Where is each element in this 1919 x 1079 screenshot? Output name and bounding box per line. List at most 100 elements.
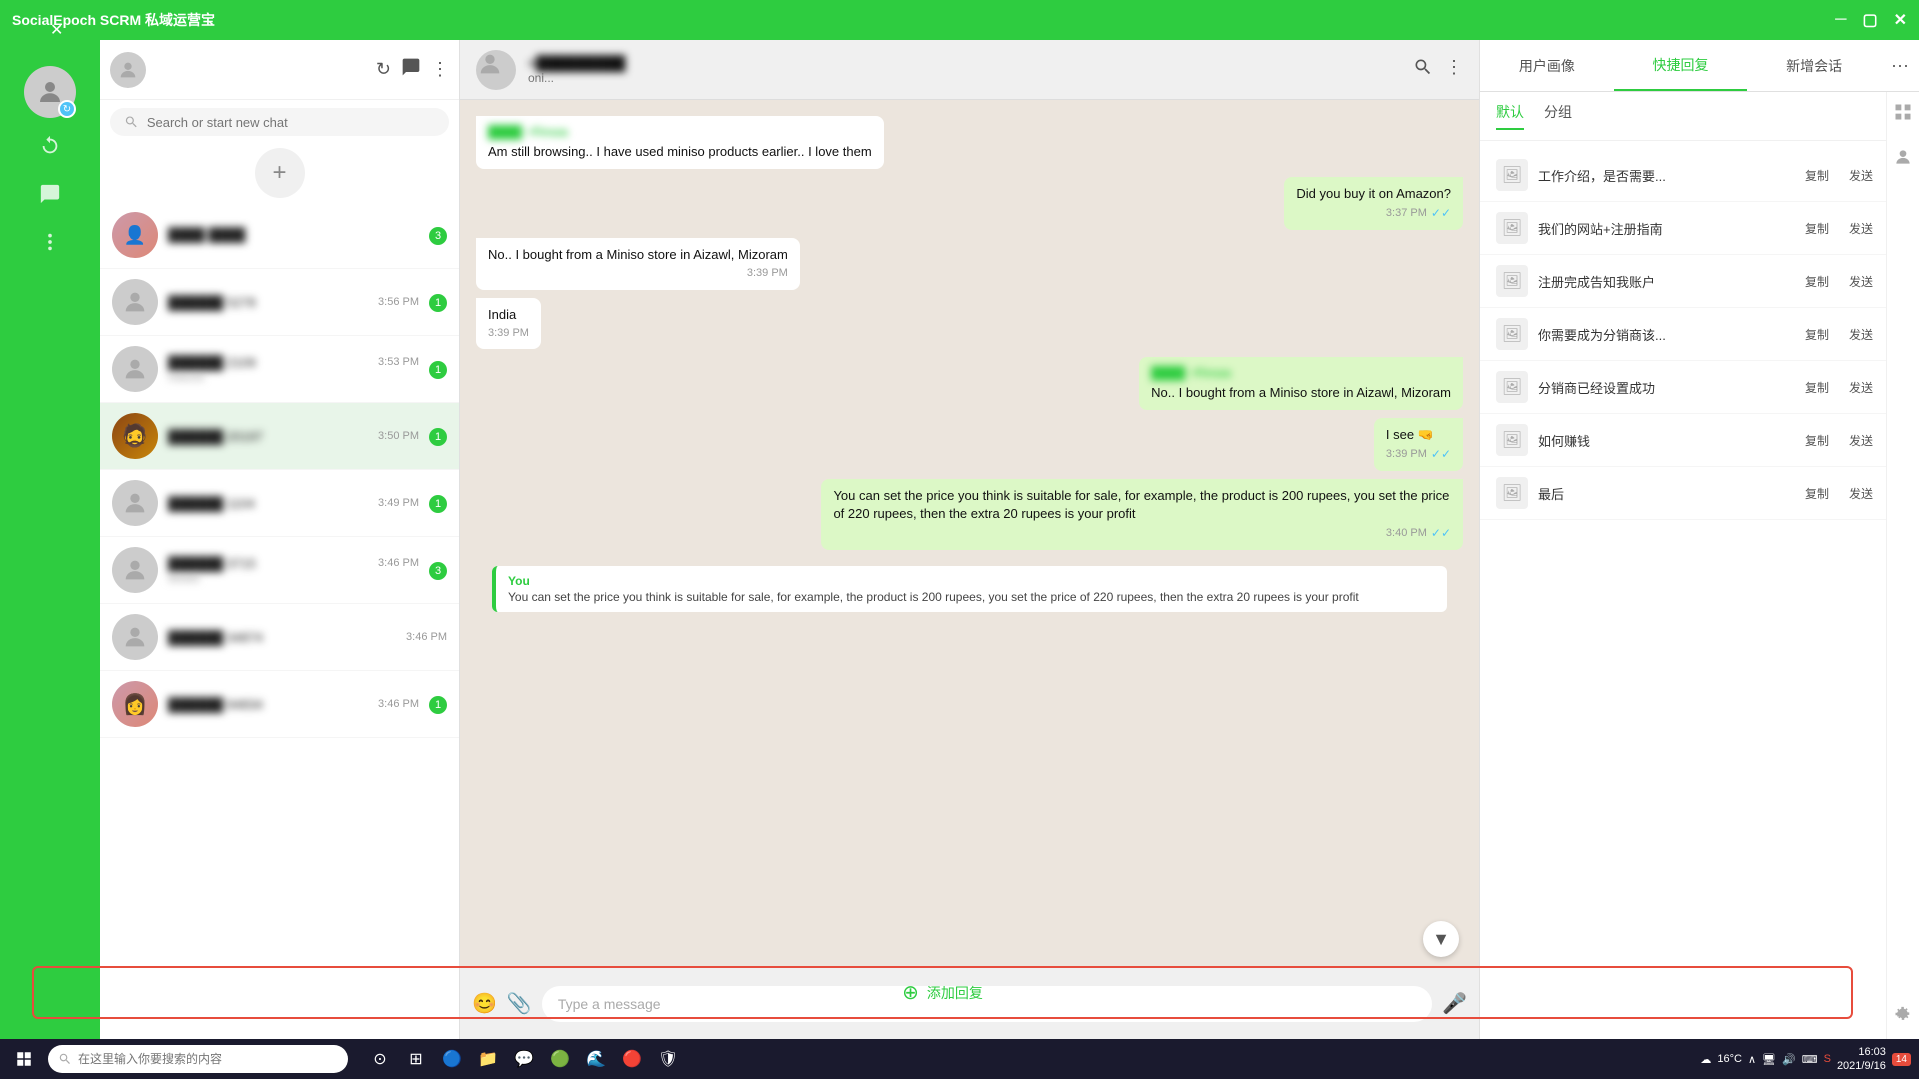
- unread-badge: 1: [429, 428, 447, 446]
- windows-start-button[interactable]: [8, 1043, 40, 1075]
- chat-item[interactable]: ██████ 3715 3:46 PM details 3: [100, 537, 459, 604]
- send-button[interactable]: 发送: [1843, 218, 1879, 239]
- chat-header-info: +█████████ oni...: [528, 55, 1401, 85]
- taskbar-input-icon: ⌨: [1802, 1053, 1818, 1066]
- chat-time: 3:50 PM: [378, 430, 419, 442]
- copy-button[interactable]: 复制: [1799, 218, 1835, 239]
- tab-user-profile[interactable]: 用户画像: [1480, 42, 1614, 90]
- taskbar-app-1[interactable]: ⊙: [364, 1043, 396, 1075]
- qr-text: 如何赚钱: [1538, 431, 1789, 450]
- qr-image-icon: 🖼: [1496, 477, 1528, 509]
- chat-item[interactable]: 👩 ██████ 94834 3:46 PM 1: [100, 671, 459, 738]
- taskbar-search-input[interactable]: [78, 1052, 338, 1066]
- copy-button[interactable]: 复制: [1799, 377, 1835, 398]
- message-row: ████ ~Firoza Am still browsing.. I have …: [476, 116, 1463, 169]
- search-chat-icon[interactable]: [1413, 57, 1433, 82]
- qr-image-icon: 🖼: [1496, 424, 1528, 456]
- chat-info: ██████ 2109 3:53 PM roducts: [168, 355, 419, 384]
- scroll-down-button[interactable]: ▼: [1423, 921, 1459, 957]
- copy-button[interactable]: 复制: [1799, 430, 1835, 451]
- chat-contact-avatar: [476, 50, 516, 90]
- maximize-button[interactable]: ▢: [1862, 10, 1877, 30]
- send-button[interactable]: 发送: [1843, 483, 1879, 504]
- chat-item[interactable]: ██████ 1104 3:49 PM 1: [100, 470, 459, 537]
- chat-item[interactable]: 👤 ████ ████ 3: [100, 202, 459, 269]
- copy-button[interactable]: 复制: [1799, 271, 1835, 292]
- quick-reply-item: 🖼 你需要成为分销商该... 复制 发送 ⋮: [1480, 308, 1919, 361]
- chat-time: 3:46 PM: [378, 698, 419, 710]
- sub-tab-group[interactable]: 分组: [1544, 102, 1572, 130]
- options-icon[interactable]: ⋮: [431, 59, 449, 80]
- copy-button[interactable]: 复制: [1799, 324, 1835, 345]
- chat-icon[interactable]: [30, 174, 70, 214]
- taskbar-app-files[interactable]: 📁: [472, 1043, 504, 1075]
- message-text: No.. I bought from a Miniso store in Aiz…: [488, 246, 788, 264]
- right-panel-more-icon[interactable]: ···: [1891, 55, 1909, 76]
- tab-quick-reply[interactable]: 快捷回复: [1614, 41, 1748, 91]
- sidebar-close-icon[interactable]: ✕: [50, 20, 63, 40]
- tab-new-chat[interactable]: 新增会话: [1747, 42, 1881, 90]
- messages-area: ████ ~Firoza Am still browsing.. I have …: [460, 100, 1479, 967]
- send-button[interactable]: 发送: [1843, 430, 1879, 451]
- copy-button[interactable]: 复制: [1799, 483, 1835, 504]
- chat-info: ██████ 1104 3:49 PM: [168, 496, 419, 511]
- taskbar-app-wechat[interactable]: 💬: [508, 1043, 540, 1075]
- sub-tab-default[interactable]: 默认: [1496, 102, 1524, 130]
- search-input[interactable]: [147, 115, 435, 130]
- send-button[interactable]: 发送: [1843, 377, 1879, 398]
- chat-more-icon[interactable]: ⋮: [1445, 57, 1463, 82]
- copy-button[interactable]: 复制: [1799, 165, 1835, 186]
- quick-reply-item: 🖼 分销商已经设置成功 复制 发送 ⋮: [1480, 361, 1919, 414]
- app-title: SocialEpoch SCRM 私域运营宝: [12, 10, 215, 30]
- chat-avatar: [112, 480, 158, 526]
- taskbar-app-browser[interactable]: 🔵: [436, 1043, 468, 1075]
- message-preview-card: You You can set the price you think is s…: [492, 566, 1447, 612]
- message-time: 3:37 PM: [1386, 206, 1427, 221]
- taskbar-app-edge[interactable]: 🌊: [580, 1043, 612, 1075]
- chat-time: 3:46 PM: [378, 557, 419, 569]
- unread-badge: 1: [429, 495, 447, 513]
- right-sidebar-icon-1[interactable]: [1893, 102, 1913, 127]
- title-bar-controls: ─ ▢ ✕: [1835, 10, 1907, 30]
- message-bubble: ████ ~Firoza No.. I bought from a Miniso…: [1139, 357, 1463, 410]
- taskbar-app-2[interactable]: ⊞: [400, 1043, 432, 1075]
- chat-list: 👤 ████ ████ 3 ██: [100, 202, 459, 1039]
- taskbar-chevron-icon[interactable]: ∧: [1748, 1053, 1756, 1066]
- chat-item[interactable]: ██████ 2109 3:53 PM roducts 1: [100, 336, 459, 403]
- message-meta: 3:40 PM ✓✓: [833, 525, 1451, 542]
- minimize-button[interactable]: ─: [1835, 11, 1846, 29]
- message-text: I see 🤜: [1386, 426, 1451, 444]
- taskbar-app-shield[interactable]: 🛡: [652, 1043, 684, 1075]
- taskbar-notification-badge[interactable]: 14: [1892, 1053, 1911, 1066]
- quick-reply-item: 🖼 注册完成告知我账户 复制 发送 ⋮: [1480, 255, 1919, 308]
- refresh-icon[interactable]: [30, 126, 70, 166]
- right-sidebar-icon-2[interactable]: [1893, 147, 1913, 172]
- add-chat-button[interactable]: +: [255, 148, 305, 198]
- taskbar-weather-icon: ☁: [1700, 1053, 1711, 1066]
- chat-item[interactable]: ██████ 5278 3:56 PM 1: [100, 269, 459, 336]
- taskbar-app-green[interactable]: 🟢: [544, 1043, 576, 1075]
- message-time: 3:39 PM: [747, 266, 788, 281]
- send-button[interactable]: 发送: [1843, 271, 1879, 292]
- messages-icon[interactable]: [401, 57, 421, 82]
- message-bubble: You can set the price you think is suita…: [821, 479, 1463, 550]
- add-reply-button[interactable]: ⊕ 添加回复: [32, 966, 1853, 1019]
- taskbar-app-chrome[interactable]: 🔴: [616, 1043, 648, 1075]
- sync-icon[interactable]: ↻: [376, 59, 391, 80]
- preview-text: You can set the price you think is suita…: [508, 590, 1435, 604]
- send-button[interactable]: 发送: [1843, 324, 1879, 345]
- right-sidebar-icon-3[interactable]: [1893, 1004, 1913, 1029]
- message-text: Did you buy it on Amazon?: [1296, 185, 1451, 203]
- chat-item[interactable]: ██████ 34874 3:46 PM: [100, 604, 459, 671]
- chat-item[interactable]: 🧔 ██████ 20197 3:50 PM 1: [100, 403, 459, 470]
- unread-badge: 3: [429, 227, 447, 245]
- chat-info: ██████ 20197 3:50 PM: [168, 429, 419, 444]
- taskbar-volume-icon[interactable]: 🔊: [1782, 1053, 1796, 1066]
- chat-preview: roducts: [168, 372, 419, 384]
- unread-badge: 1: [429, 696, 447, 714]
- close-button[interactable]: ✕: [1894, 10, 1907, 30]
- right-panel-tabs: 用户画像 快捷回复 新增会话 ···: [1480, 40, 1919, 92]
- send-button[interactable]: 发送: [1843, 165, 1879, 186]
- more-icon[interactable]: [30, 222, 70, 262]
- qr-text: 我们的网站+注册指南: [1538, 219, 1789, 238]
